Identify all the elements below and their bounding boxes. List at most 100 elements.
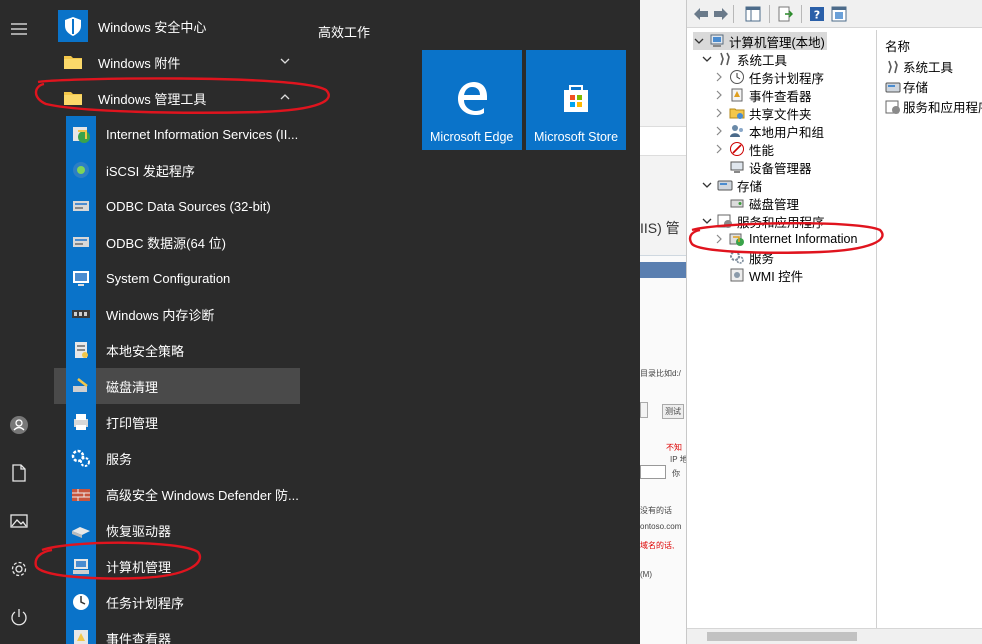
odbc-icon	[66, 224, 96, 260]
store-tile-label: Microsoft Store	[534, 130, 619, 144]
tree-node-label: 服务	[749, 251, 775, 266]
expand-down-chevron-icon[interactable]	[701, 53, 713, 65]
settings-gear-icon[interactable]	[4, 554, 34, 584]
tree-node-device-manager[interactable]: 设备管理器	[713, 158, 812, 176]
background-window: IIS) 管 目录比如d:/ 测试 不知 IP 地 你 没有的话 ontoso.…	[640, 0, 688, 644]
start-app-label: ODBC 数据源(64 位)	[106, 235, 226, 251]
power-icon[interactable]	[4, 602, 34, 632]
start-app-label: 恢复驱动器	[106, 523, 172, 539]
start-app-item-10[interactable]: 磁盘清理	[54, 368, 300, 404]
tree-node-label: 共享文件夹	[749, 107, 812, 122]
start-app-label: ODBC Data Sources (32-bit)	[106, 198, 271, 214]
show-action-pane-icon[interactable]	[829, 4, 849, 24]
tree-node-event-viewer[interactable]: 事件查看器	[713, 86, 812, 104]
local-users-icon	[729, 123, 745, 139]
start-app-label: Internet Information Services (II...	[106, 126, 299, 142]
start-app-odbc-64-6[interactable]: ODBC 数据源(64 位)	[66, 224, 300, 260]
hamburger-menu-icon[interactable]	[4, 14, 34, 44]
expand-down-chevron-icon[interactable]	[701, 215, 713, 227]
tree-node-services-apps[interactable]: 服务和应用程序	[701, 212, 825, 230]
expand-down-chevron-icon[interactable]	[693, 35, 705, 47]
start-app-label: 任务计划程序	[106, 595, 185, 611]
edge-tile[interactable]: Microsoft Edge	[422, 50, 522, 150]
computer-management-icon	[709, 33, 725, 49]
app-list: Windows 安全中心 Windows 附件 Windows 管理工具 Intern…	[54, 8, 302, 644]
expand-right-chevron-icon[interactable]	[713, 107, 725, 119]
bg-test-button: 测试	[662, 404, 684, 419]
tasksched-icon	[66, 584, 96, 620]
tree-node-disk-management[interactable]: 磁盘管理	[713, 194, 799, 212]
results-item-label: 存储	[903, 81, 929, 95]
store-tile[interactable]: Microsoft Store	[526, 50, 626, 150]
tree-node-wmi[interactable]: WMI 控件	[713, 266, 803, 284]
start-app-item-11[interactable]: 打印管理	[66, 404, 300, 440]
start-app-item-9[interactable]: 本地安全策略	[66, 332, 300, 368]
start-app-item-17[interactable]: 事件查看器	[66, 620, 300, 644]
start-app-label: 磁盘清理	[106, 379, 159, 395]
tree-node-system-tools[interactable]: 系统工具	[701, 50, 787, 68]
bg-menu-text: (M)	[640, 570, 652, 579]
bg-ip-text: IP 地	[670, 455, 688, 464]
chevron-up-icon[interactable]	[278, 90, 292, 104]
start-app-iscsi-4[interactable]: iSCSI 发起程序	[66, 152, 300, 188]
results-item-label: 服务和应用程序	[903, 101, 982, 115]
tree-node-shared-folders[interactable]: 共享文件夹	[713, 104, 812, 122]
start-app-item-12[interactable]: 服务	[66, 440, 300, 476]
expand-right-chevron-icon[interactable]	[713, 233, 725, 245]
tree-node-label: 设备管理器	[749, 161, 812, 176]
recovery-icon	[66, 512, 96, 548]
tree-node-computer-management[interactable]: 计算机管理(本地)	[693, 32, 827, 50]
tree-node-services[interactable]: 服务	[713, 248, 774, 266]
document-icon[interactable]	[4, 458, 34, 488]
results-item-storage[interactable]: 存储	[885, 77, 928, 96]
start-app-folder-windows-2[interactable]: Windows 管理工具	[54, 80, 300, 116]
start-app-label: Windows 安全中心	[98, 19, 207, 35]
start-app-odbc-data-sources-32-bit-5[interactable]: ODBC Data Sources (32-bit)	[66, 188, 300, 224]
start-app-windows-8[interactable]: Windows 内存诊断	[66, 296, 300, 332]
computer-management-window: ? 计算机管理(本地) 系统工具 任务计划程序 事件查看器 共享文件夹 本地用户和组 性能设…	[686, 0, 982, 644]
start-app-label: iSCSI 发起程序	[106, 163, 195, 179]
user-icon[interactable]	[4, 410, 34, 440]
tree-node-iis[interactable]: Internet Information	[713, 230, 857, 248]
tree-node-task-scheduler[interactable]: 任务计划程序	[713, 68, 824, 86]
tree-node-performance[interactable]: 性能	[713, 140, 774, 158]
show-console-tree-icon[interactable]	[743, 4, 763, 24]
cleanup-icon	[66, 368, 96, 404]
expand-right-chevron-icon[interactable]	[713, 125, 725, 137]
storage-icon	[717, 177, 733, 193]
start-app-folder-windows-1[interactable]: Windows 附件	[54, 44, 300, 80]
start-app-item-16[interactable]: 任务计划程序	[66, 584, 300, 620]
disk-management-icon	[729, 195, 745, 211]
event-viewer-icon	[729, 87, 745, 103]
forward-arrow-icon[interactable]	[711, 4, 731, 24]
expand-right-chevron-icon[interactable]	[713, 89, 725, 101]
expand-right-chevron-icon[interactable]	[713, 71, 725, 83]
bg-warning-text: 不知	[666, 443, 682, 452]
start-app-item-15[interactable]: 计算机管理	[66, 548, 300, 584]
start-app-label: 事件查看器	[106, 631, 172, 644]
results-item-system-tools[interactable]: 系统工具	[885, 57, 953, 76]
tree-node-local-users[interactable]: 本地用户和组	[713, 122, 824, 140]
tree-node-label: 计算机管理(本地)	[729, 35, 825, 50]
start-app-label: 打印管理	[106, 415, 159, 431]
back-arrow-icon[interactable]	[691, 4, 711, 24]
chevron-down-icon[interactable]	[278, 54, 292, 68]
start-app-windows-defender-13[interactable]: 高级安全 Windows Defender 防...	[66, 476, 300, 512]
tree-node-storage[interactable]: 存储	[701, 176, 762, 194]
start-app-internet-information-services-ii-3[interactable]: Internet Information Services (II...	[66, 116, 300, 152]
pictures-icon[interactable]	[4, 506, 34, 536]
console-tree: 计算机管理(本地) 系统工具 任务计划程序 事件查看器共享文件夹 本地用户和组 性能设备管…	[687, 30, 877, 630]
start-app-item-14[interactable]: 恢复驱动器	[66, 512, 300, 548]
results-item-services-apps[interactable]: 服务和应用程序	[885, 97, 982, 116]
horizontal-scrollbar[interactable]	[687, 628, 982, 644]
bg-iis-text: IIS) 管	[640, 220, 680, 236]
name-column-header[interactable]: 名称	[885, 36, 910, 55]
expand-right-chevron-icon[interactable]	[713, 143, 725, 155]
start-app-folder-windows-0[interactable]: Windows 安全中心	[54, 8, 300, 44]
memdiag-icon	[66, 296, 96, 332]
expand-down-chevron-icon[interactable]	[701, 179, 713, 191]
start-app-system-configuration-7[interactable]: System Configuration	[66, 260, 300, 296]
print-icon	[66, 404, 96, 440]
help-icon[interactable]: ?	[807, 4, 827, 24]
export-list-icon[interactable]	[775, 4, 795, 24]
